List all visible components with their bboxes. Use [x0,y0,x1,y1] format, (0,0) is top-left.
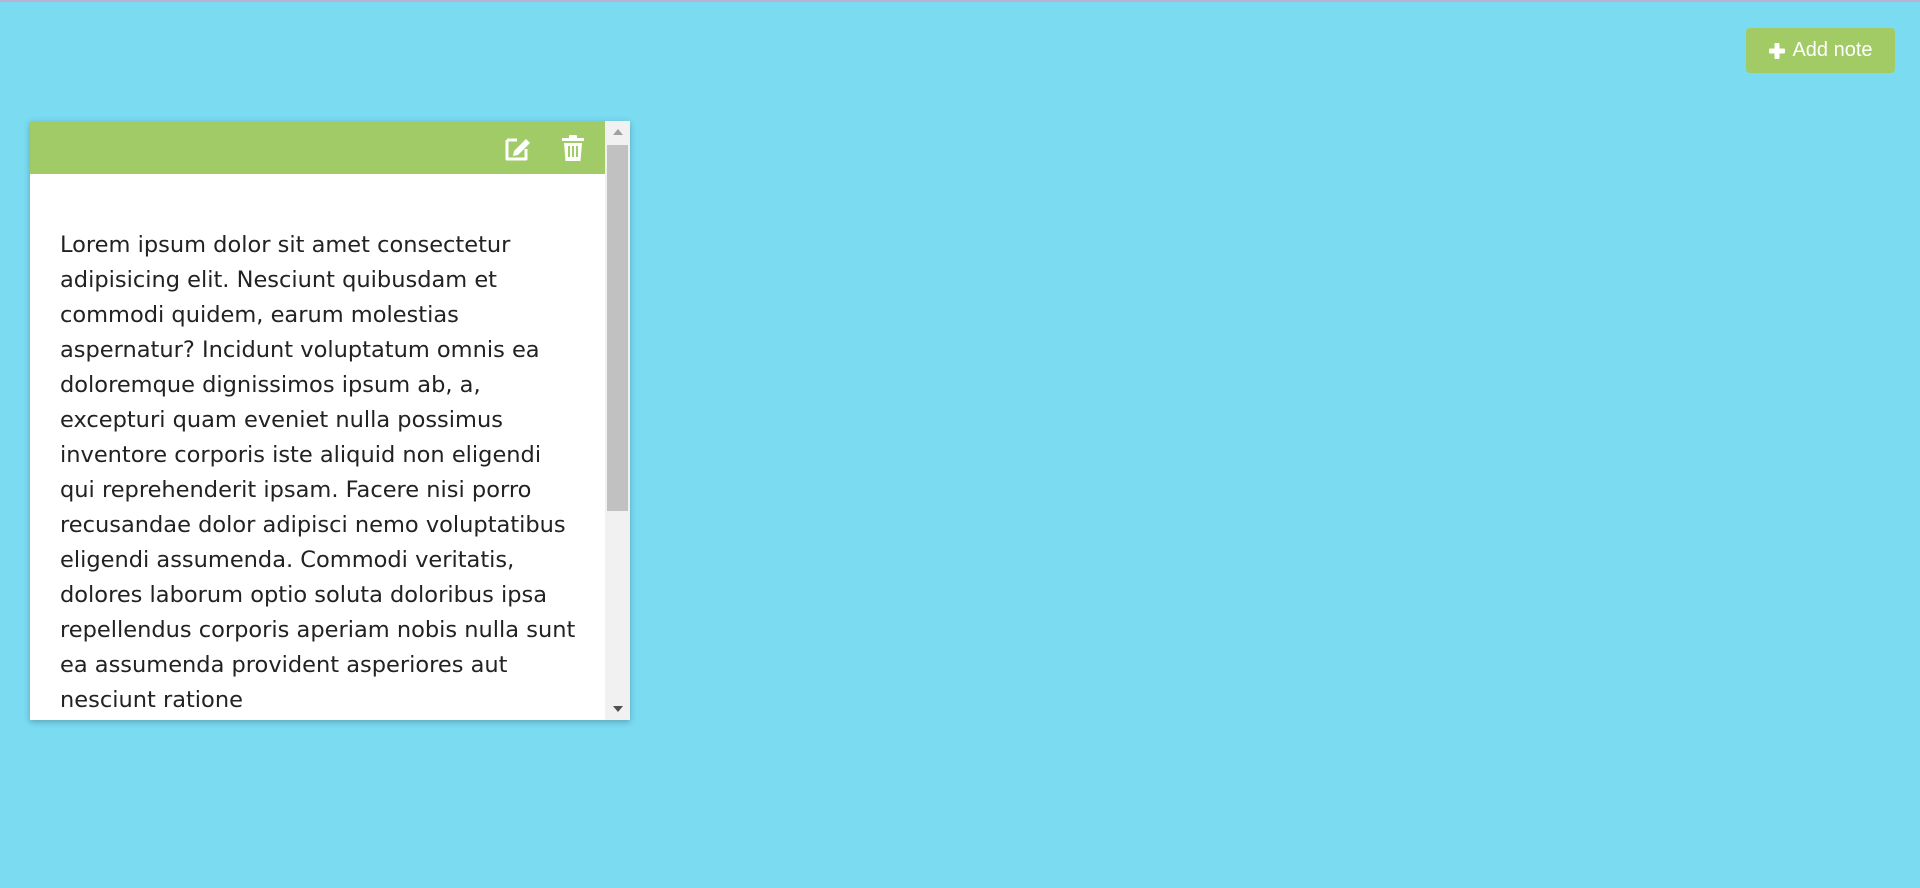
note-card: Lorem ipsum dolor sit amet consectetur a… [30,121,630,720]
note-header [30,121,605,174]
top-border-line [0,0,1920,2]
edit-icon[interactable] [503,133,533,163]
scroll-down-arrow-icon[interactable] [605,698,630,720]
note-body[interactable]: Lorem ipsum dolor sit amet consectetur a… [30,174,605,720]
scrollbar[interactable] [605,121,630,720]
add-note-button[interactable]: Add note [1746,28,1895,73]
plus-icon [1768,42,1786,60]
note-text: Lorem ipsum dolor sit amet consectetur a… [60,232,576,713]
trash-icon[interactable] [558,133,588,163]
add-note-label: Add note [1792,39,1873,61]
scroll-thumb[interactable] [607,145,628,511]
scroll-up-arrow-icon[interactable] [605,121,630,143]
